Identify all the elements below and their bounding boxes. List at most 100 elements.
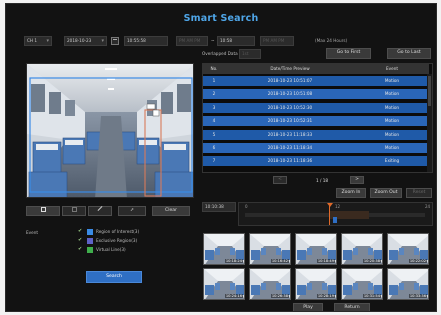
cell-no: 1	[212, 78, 216, 83]
cell-time: 2018-10-23 11:18:33	[267, 131, 313, 137]
start-date-field[interactable]: 2018-10-23	[64, 36, 107, 46]
thumbnail-time: 10:16:42	[270, 259, 289, 263]
square-icon	[40, 207, 46, 212]
search-button[interactable]: Search	[86, 271, 142, 283]
timeline-bar[interactable]: 0 12 24	[238, 202, 433, 226]
tool-exclusive-button[interactable]	[62, 206, 86, 216]
table-header: No. Date/Time Preview Event	[203, 64, 429, 74]
smart-search-window: Smart Search CH 1 2018-10-23 10:55:58 PM…	[5, 3, 437, 312]
cell-event: Motion	[384, 104, 400, 110]
check-icon: ✔	[78, 237, 83, 243]
start-time-field[interactable]: 10:55:58	[124, 36, 168, 46]
overlapped-data-label: Overlapped Data	[202, 51, 238, 56]
end-time-field[interactable]: 10:58	[217, 36, 255, 46]
cell-no: 3	[212, 104, 216, 110]
thumbnail-time: 10:31:54	[362, 294, 381, 298]
thumbnail-time: 10:22:02	[408, 259, 427, 263]
col-datetime: Date/Time Preview	[270, 66, 310, 71]
tool-roi-button[interactable]	[26, 206, 60, 216]
zoom-in-button[interactable]: Zoom In	[336, 188, 366, 198]
camera-preview[interactable]	[26, 63, 194, 198]
col-event: Event	[386, 66, 398, 71]
cell-time: 2018-10-23 10:51:08	[267, 91, 313, 97]
cell-time: 2018-10-23 10:51:07	[267, 78, 313, 83]
table-row[interactable]: 7 2018-10-23 11:18:36 Exiting	[203, 156, 429, 167]
thumbnail[interactable]: 10:18:49	[295, 233, 337, 265]
cell-no: 2	[212, 91, 216, 97]
table-scrollbar[interactable]	[427, 74, 432, 172]
thumbnail-time: 10:18:49	[316, 259, 335, 263]
prev-page-button[interactable]: <	[273, 176, 287, 184]
timeline-tick-label: 12	[335, 204, 341, 209]
thumbnail-time: 10:24:16	[224, 294, 243, 298]
cell-event: Motion	[384, 145, 400, 150]
channel-select[interactable]: CH 1	[24, 36, 52, 46]
calendar-icon[interactable]	[111, 37, 119, 45]
tool-line-button[interactable]	[88, 206, 112, 216]
timeline-tick-label: 24	[425, 204, 431, 209]
cell-event: Exiting	[384, 158, 400, 164]
table-row[interactable]: 2 2018-10-23 10:51:08 Motion	[203, 89, 429, 100]
thumbnail[interactable]: 10:28:19	[295, 268, 337, 300]
thumbnail-time: 10:26:38	[270, 294, 289, 298]
thumbnail[interactable]: 10:20:38	[341, 233, 383, 265]
thumbnail[interactable]: 10:16:42	[249, 233, 291, 265]
thumbnail[interactable]: 10:22:02	[387, 233, 429, 265]
thumbnail[interactable]: 10:26:38	[249, 268, 291, 300]
thumbnail[interactable]: 10:18:24	[203, 233, 245, 265]
cell-event: Motion	[384, 91, 400, 97]
cell-time: 2018-10-23 11:18:34	[267, 145, 313, 150]
tool-cursor-button[interactable]: ➚	[118, 206, 146, 216]
next-page-button[interactable]: >	[350, 176, 364, 184]
overlapped-data-select[interactable]: 1st	[239, 49, 261, 59]
cell-no: 7	[212, 158, 216, 164]
table-row[interactable]: 4 2018-10-23 10:52:31 Motion	[203, 116, 429, 127]
play-button[interactable]: Play	[293, 303, 323, 311]
event-table: No. Date/Time Preview Event 1 2018-10-23 …	[202, 63, 433, 173]
color-swatch	[87, 229, 93, 235]
thumbnail-time: 10:28:19	[316, 294, 335, 298]
cell-event: Motion	[384, 131, 400, 137]
square-outline-icon	[71, 207, 77, 212]
train-interior-image	[27, 64, 193, 197]
cell-event: Motion	[384, 78, 400, 83]
thumbnail[interactable]: 10:31:54	[341, 268, 383, 300]
max-hours-hint: (Max 24 Hours)	[315, 38, 348, 43]
col-no: No.	[210, 66, 218, 71]
thumbnail[interactable]: 10:33:36	[387, 268, 429, 300]
go-to-first-button[interactable]: Go to First	[326, 48, 371, 59]
return-button[interactable]: Return	[334, 303, 370, 311]
clear-button[interactable]: Clear	[152, 206, 190, 216]
pointer-icon: ➚	[130, 208, 134, 213]
color-swatch	[87, 238, 93, 244]
thumbnail-time: 10:33:36	[408, 294, 427, 298]
check-icon: ✔	[78, 246, 83, 252]
table-row[interactable]: 6 2018-10-23 11:18:34 Motion	[203, 143, 429, 153]
cell-event: Motion	[384, 118, 400, 124]
zoom-reset-button[interactable]: Reset	[406, 188, 432, 198]
start-ampm-field[interactable]: PM AM PM	[176, 36, 208, 46]
event-option-label: Exclusive Region(3)	[96, 238, 138, 243]
timeline-tick-label: 0	[245, 204, 248, 209]
page-indicator: 1 / 18	[316, 178, 329, 183]
table-row[interactable]: 3 2018-10-23 10:52:30 Motion	[203, 102, 429, 113]
thumbnail[interactable]: 10:24:16	[203, 268, 245, 300]
thumbnail-time: 10:18:24	[224, 259, 243, 263]
window-title: Smart Search	[183, 13, 259, 24]
go-to-last-button[interactable]: Go to Last	[387, 48, 431, 59]
event-option-label: Virtual Line(3)	[96, 247, 126, 252]
thumbnail-time: 10:20:38	[362, 259, 381, 263]
color-swatch	[87, 247, 93, 253]
timeline-time-field[interactable]: 10:10:38	[202, 202, 236, 212]
range-separator: ~	[211, 38, 215, 43]
event-option-label: Region of Interest(3)	[96, 229, 140, 234]
line-icon	[97, 206, 103, 211]
cell-time: 2018-10-23 10:52:31	[267, 118, 313, 124]
zoom-out-button[interactable]: Zoom Out	[370, 188, 402, 198]
cell-no: 4	[212, 118, 216, 124]
end-ampm-field[interactable]: PM AM PM	[260, 36, 294, 46]
check-icon: ✔	[78, 228, 83, 234]
table-row[interactable]: 5 2018-10-23 11:18:33 Motion	[203, 129, 429, 140]
table-row[interactable]: 1 2018-10-23 10:51:07 Motion	[203, 76, 429, 86]
cell-time: 2018-10-23 10:52:30	[267, 104, 313, 110]
